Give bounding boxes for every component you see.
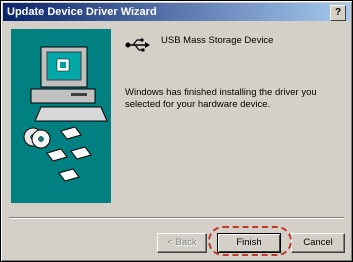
computer-and-disks-illustration	[23, 46, 108, 182]
cancel-button[interactable]: Cancel	[291, 233, 345, 253]
finish-button[interactable]: Finish	[217, 233, 281, 253]
wizard-window: Update Device Driver Wizard ? USB Mass S…	[0, 0, 353, 262]
help-button[interactable]: ?	[330, 5, 346, 21]
back-button[interactable]: < Back	[157, 233, 207, 253]
window-title: Update Device Driver Wizard	[7, 6, 157, 18]
separator	[9, 217, 344, 219]
completion-message: Windows has finished installing the driv…	[125, 87, 317, 110]
device-name: USB Mass Storage Device	[161, 35, 274, 46]
title-bar[interactable]: Update Device Driver Wizard ?	[3, 3, 350, 21]
usb-icon	[125, 38, 150, 52]
wizard-illustration	[11, 29, 111, 203]
